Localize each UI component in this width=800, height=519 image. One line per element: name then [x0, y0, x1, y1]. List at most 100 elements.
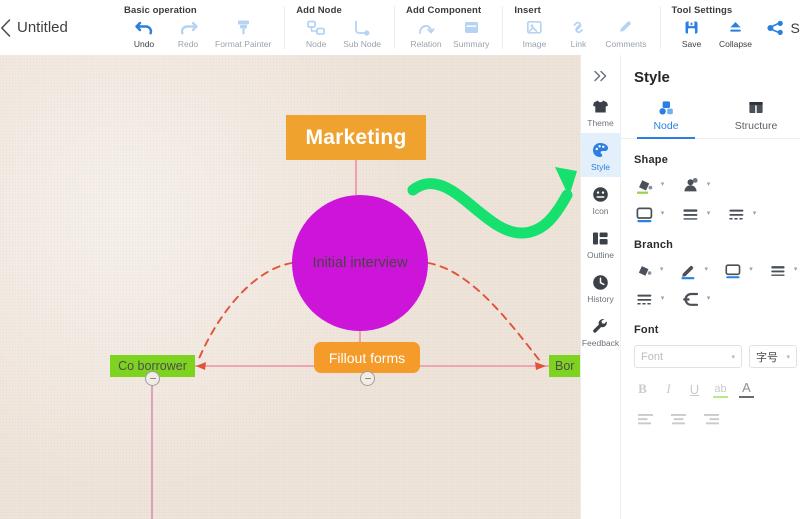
- node-initial-interview[interactable]: Initial interview: [292, 195, 428, 331]
- branch-border-box-icon[interactable]: [723, 260, 742, 280]
- undo-button[interactable]: Undo: [122, 17, 166, 49]
- group-label: Add Component: [406, 5, 482, 16]
- node-borrower-label: Bor: [555, 359, 575, 373]
- insert-comments-button[interactable]: Comments: [600, 17, 651, 49]
- palette-icon: [592, 140, 609, 160]
- shape-line-style-icon[interactable]: [726, 204, 746, 224]
- tab-node-label: Node: [653, 120, 679, 132]
- sidebar-item-history[interactable]: History: [581, 265, 621, 309]
- branch-shape-icon[interactable]: [680, 289, 700, 309]
- branch-line-style-caret-icon[interactable]: ▾: [657, 289, 668, 309]
- save-label: Save: [681, 39, 702, 49]
- align-left-icon[interactable]: [635, 406, 655, 426]
- insert-link-label: Link: [570, 39, 587, 49]
- font-color-icon[interactable]: A: [739, 378, 754, 398]
- sidebar-item-feedback-label: Feedback: [581, 338, 620, 348]
- shape-border-caret-icon[interactable]: ▾: [657, 204, 668, 224]
- redo-icon: [179, 18, 198, 37]
- node-fillout-forms[interactable]: Fillout forms: [314, 342, 420, 373]
- tshirt-icon: [592, 96, 609, 116]
- branch-pen-caret-icon[interactable]: ▾: [701, 260, 712, 280]
- wrench-icon: [592, 316, 609, 336]
- relation-left-dashed: [197, 262, 293, 362]
- node-marketing[interactable]: Marketing: [286, 115, 426, 160]
- font-family-select[interactable]: Font ▾: [634, 345, 742, 368]
- branch-line-weight-icon[interactable]: [768, 260, 787, 280]
- image-icon: [526, 18, 543, 37]
- group-label: Add Node: [296, 5, 342, 16]
- sidebar-item-feedback[interactable]: Feedback: [581, 309, 621, 353]
- font-family-value: Font: [641, 350, 664, 363]
- branch-fill-caret-icon[interactable]: ▾: [656, 260, 667, 280]
- shape-fill-caret-icon[interactable]: ▾: [657, 175, 668, 195]
- insert-image-button[interactable]: Image: [512, 17, 556, 49]
- node-initial-interview-label: Initial interview: [312, 255, 408, 271]
- mindmap-canvas[interactable]: Marketing Initial interview Fillout form…: [0, 55, 580, 519]
- collapse-toggle-co-borrower[interactable]: [145, 371, 160, 386]
- insert-link-button[interactable]: Link: [556, 17, 600, 49]
- relation-icon: [417, 18, 435, 37]
- back-button[interactable]: [0, 0, 11, 55]
- highlight-icon[interactable]: ab: [713, 378, 728, 398]
- sub-node-icon: [353, 18, 371, 37]
- node-borrower[interactable]: Bor: [549, 355, 580, 377]
- branch-section-title: Branch: [634, 239, 674, 251]
- tab-node[interactable]: Node: [621, 94, 711, 139]
- shape-line-weight-icon[interactable]: [680, 204, 700, 224]
- toolbar-group-add-node: Add Node Node Sub Node: [285, 0, 395, 55]
- shape-border-box-icon[interactable]: [634, 204, 654, 224]
- add-node-button[interactable]: Node: [294, 17, 338, 49]
- shape-line-weight-caret-icon[interactable]: ▾: [703, 204, 714, 224]
- branch-shape-caret-icon[interactable]: ▾: [703, 289, 714, 309]
- insert-image-label: Image: [522, 39, 547, 49]
- save-button[interactable]: Save: [670, 17, 714, 49]
- branch-pen-icon[interactable]: [679, 260, 698, 280]
- add-sub-node-button[interactable]: Sub Node: [338, 17, 386, 49]
- chevron-left-icon: [1, 18, 11, 37]
- format-painter-icon: [235, 18, 252, 37]
- align-center-icon[interactable]: [668, 406, 688, 426]
- redo-button[interactable]: Redo: [166, 17, 210, 49]
- align-right-icon[interactable]: [701, 406, 721, 426]
- format-painter-button[interactable]: Format Painter: [210, 17, 276, 49]
- branch-row-2: ▾ ▾: [621, 280, 800, 309]
- font-align-row: [621, 398, 800, 426]
- share-button[interactable]: Share: [766, 19, 800, 36]
- toolbar-actions: Share Export: [766, 0, 800, 55]
- add-summary-button[interactable]: Summary: [448, 17, 494, 49]
- insert-comments-label: Comments: [605, 39, 647, 49]
- collapse-label: Collapse: [718, 39, 753, 49]
- collapse-toggle-fillout-forms[interactable]: [360, 371, 375, 386]
- font-section-title: Font: [634, 324, 659, 336]
- sidebar-item-outline[interactable]: Outline: [581, 221, 621, 265]
- document-title[interactable]: Untitled: [11, 0, 113, 55]
- shape-image-icon[interactable]: [680, 175, 700, 195]
- add-sub-node-label: Sub Node: [343, 39, 382, 49]
- branch-line-weight-caret-icon[interactable]: ▾: [790, 260, 800, 280]
- panel-expand-button[interactable]: [581, 63, 621, 89]
- collapse-button[interactable]: Collapse: [714, 17, 758, 49]
- shape-fill-bucket-icon[interactable]: [634, 175, 654, 195]
- sidebar-item-style[interactable]: Style: [580, 133, 621, 177]
- tab-structure[interactable]: Structure: [711, 94, 800, 138]
- add-relation-button[interactable]: Relation: [404, 17, 448, 49]
- branch-fill-bucket-icon[interactable]: [634, 260, 653, 280]
- branch-border-caret-icon[interactable]: ▾: [746, 260, 757, 280]
- font-size-value: 字号: [756, 351, 778, 364]
- branch-line-style-icon[interactable]: [634, 289, 654, 309]
- branch-row-1: ▾ ▾ ▾ ▾: [621, 251, 800, 280]
- bold-icon[interactable]: B: [635, 380, 650, 397]
- group-label: Tool Settings: [671, 5, 733, 16]
- sidebar-item-style-label: Style: [591, 162, 610, 172]
- sidebar-item-theme[interactable]: Theme: [581, 89, 621, 133]
- node-icon: [307, 18, 326, 37]
- underline-icon[interactable]: U: [687, 380, 702, 397]
- shape-line-style-caret-icon[interactable]: ▾: [749, 204, 760, 224]
- share-label: Share: [790, 19, 800, 36]
- sidebar-item-icon[interactable]: Icon: [581, 177, 621, 221]
- font-size-select[interactable]: 字号 ▾: [749, 345, 797, 368]
- shape-row-1: ▾ ▾: [621, 166, 800, 195]
- italic-icon[interactable]: I: [661, 380, 676, 397]
- shape-image-caret-icon[interactable]: ▾: [703, 175, 714, 195]
- style-panel-body: Style Node Structure Shape ▾ ▾ ▾ ▾ ▾ Bra…: [621, 55, 800, 519]
